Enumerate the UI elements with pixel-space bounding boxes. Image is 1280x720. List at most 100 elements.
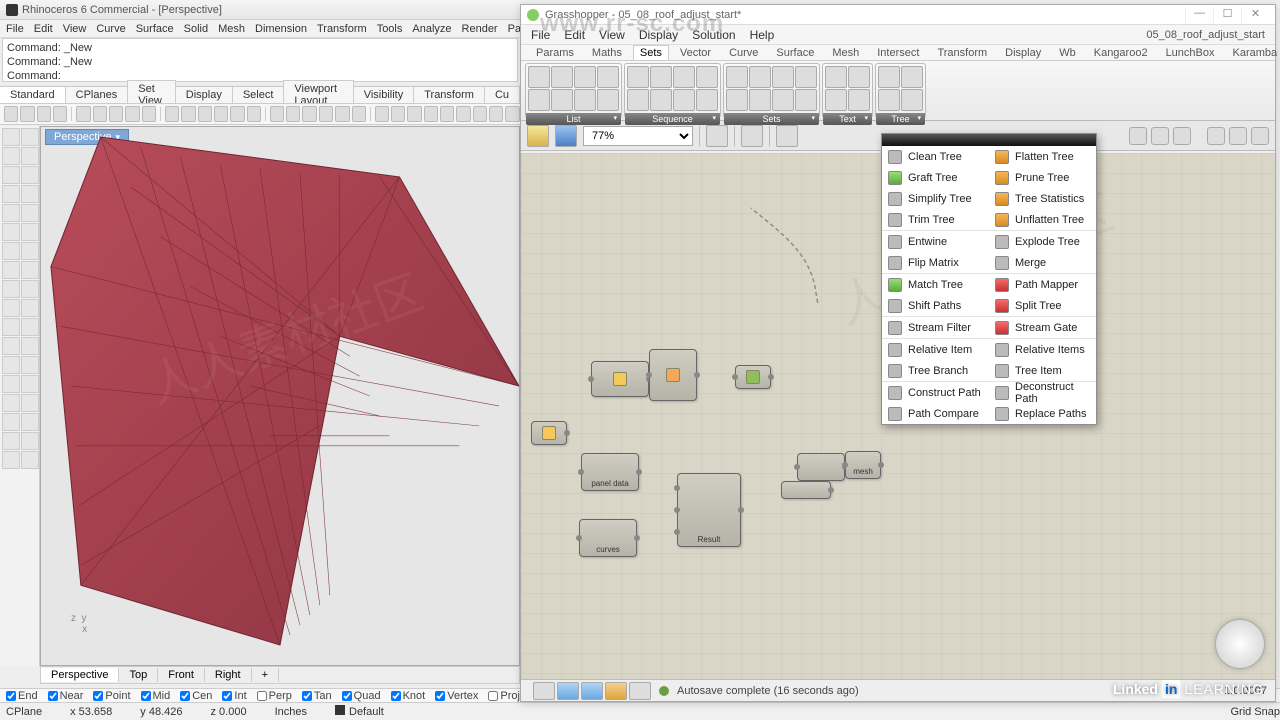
ribbon-component-icon[interactable] [528, 66, 550, 88]
flyout-item[interactable]: Split Tree [989, 295, 1096, 316]
ribbon-panel-expand[interactable]: List [526, 113, 621, 125]
flyout-item[interactable]: Replace Paths [989, 403, 1096, 424]
toolbar-icon[interactable] [142, 106, 156, 122]
side-tool-icon[interactable] [21, 432, 39, 450]
gh-ribbon-tab[interactable]: Intersect [870, 45, 926, 60]
ribbon-component-icon[interactable] [901, 66, 923, 88]
ribbon-component-icon[interactable] [772, 66, 794, 88]
flyout-item[interactable]: Tree Item [989, 360, 1096, 381]
osnap-near[interactable]: Near [48, 690, 84, 702]
status-gridsnap[interactable]: Grid Snap [1230, 706, 1280, 718]
gh-component-cluster[interactable]: Result [677, 473, 741, 547]
gh-ribbon-tab[interactable]: Surface [769, 45, 821, 60]
side-tool-icon[interactable] [21, 242, 39, 260]
rhino-menu-item[interactable]: Tools [377, 23, 403, 35]
ribbon-component-icon[interactable] [627, 66, 649, 88]
toolbar-icon[interactable] [302, 106, 316, 122]
side-tool-icon[interactable] [21, 223, 39, 241]
gh-ribbon-tab[interactable]: Vector [673, 45, 718, 60]
rhino-toolbar-tab[interactable]: Display [175, 86, 233, 103]
ribbon-panel-expand[interactable]: Text [823, 113, 872, 125]
gh-ribbon-tab[interactable]: Karamba [1226, 45, 1280, 60]
side-tool-icon[interactable] [2, 280, 20, 298]
toolbar-icon[interactable] [53, 106, 67, 122]
rhino-menu-item[interactable]: Transform [317, 23, 367, 35]
toolbar-icon[interactable] [76, 106, 90, 122]
gh-titlebar[interactable]: Grasshopper - 05_08_roof_adjust_start* —… [521, 5, 1275, 25]
rhino-menu-item[interactable]: File [6, 23, 24, 35]
shade-wire-icon[interactable] [1129, 127, 1147, 145]
osnap-tan[interactable]: Tan [302, 690, 332, 702]
gh-component-panel[interactable]: panel data [581, 453, 639, 491]
toolbar-icon[interactable] [391, 106, 405, 122]
gh-ribbon-tab[interactable]: Display [998, 45, 1048, 60]
flyout-item[interactable]: Clean Tree [882, 146, 989, 167]
ribbon-component-icon[interactable] [597, 89, 619, 111]
osnap-quad[interactable]: Quad [342, 690, 381, 702]
toolbar-icon[interactable] [230, 106, 244, 122]
ribbon-component-icon[interactable] [848, 89, 870, 111]
shade-blue-icon[interactable] [1251, 127, 1269, 145]
side-tool-icon[interactable] [2, 147, 20, 165]
gh-ribbon-tab[interactable]: LunchBox [1159, 45, 1222, 60]
side-tool-icon[interactable] [2, 261, 20, 279]
toolbar-icon[interactable] [37, 106, 51, 122]
shade-gold-icon[interactable] [1229, 127, 1247, 145]
view-tab[interactable]: Perspective [41, 668, 119, 682]
maximize-button[interactable]: ☐ [1213, 7, 1241, 23]
side-tool-icon[interactable] [21, 166, 39, 184]
side-tool-icon[interactable] [2, 356, 20, 374]
side-tool-icon[interactable] [2, 394, 20, 412]
flyout-item[interactable]: Flatten Tree [989, 146, 1096, 167]
toolbar-icon[interactable] [319, 106, 333, 122]
side-tool-icon[interactable] [21, 299, 39, 317]
toolbar-icon[interactable] [286, 106, 300, 122]
toolbar-icon[interactable] [20, 106, 34, 122]
side-tool-icon[interactable] [21, 375, 39, 393]
toolbar-icon[interactable] [109, 106, 123, 122]
ribbon-component-icon[interactable] [696, 89, 718, 111]
side-tool-icon[interactable] [2, 185, 20, 203]
flyout-item[interactable]: Stream Filter [882, 317, 989, 338]
side-tool-icon[interactable] [2, 128, 20, 146]
mode-button[interactable] [557, 682, 579, 700]
side-tool-icon[interactable] [2, 375, 20, 393]
gh-component[interactable]: mesh [845, 451, 881, 479]
side-tool-icon[interactable] [21, 128, 39, 146]
flyout-item[interactable]: Tree Branch [882, 360, 989, 381]
flyout-item[interactable]: Trim Tree [882, 209, 989, 230]
rhino-menu-item[interactable]: Analyze [412, 23, 451, 35]
rhino-toolbar-tab[interactable]: Standard [0, 86, 66, 103]
toolbar-icon[interactable] [505, 106, 519, 122]
ribbon-component-icon[interactable] [650, 89, 672, 111]
toolbar-icon[interactable] [407, 106, 421, 122]
rhino-menu-item[interactable]: Surface [136, 23, 174, 35]
preview-toggle-button[interactable] [741, 125, 763, 147]
view-tab[interactable]: Front [158, 668, 205, 682]
osnap-vertex[interactable]: Vertex [435, 690, 478, 702]
rhino-toolbar-tab[interactable]: CPlanes [65, 86, 129, 103]
mode-button[interactable] [533, 682, 555, 700]
side-tool-icon[interactable] [21, 356, 39, 374]
ribbon-component-icon[interactable] [627, 89, 649, 111]
toolbar-icon[interactable] [214, 106, 228, 122]
flyout-item[interactable]: Construct Path [882, 382, 989, 403]
status-layer[interactable]: Default [335, 705, 384, 718]
gh-menu-help[interactable]: Help [750, 28, 775, 42]
gh-ribbon-tab[interactable]: Kangaroo2 [1087, 45, 1155, 60]
ribbon-component-icon[interactable] [726, 89, 748, 111]
flyout-item[interactable]: Flip Matrix [882, 252, 989, 273]
toolbar-icon[interactable] [335, 106, 349, 122]
side-tool-icon[interactable] [21, 185, 39, 203]
gh-doc-name[interactable]: 05_08_roof_adjust_start [1146, 29, 1265, 41]
rhino-menu-item[interactable]: Solid [184, 23, 208, 35]
ribbon-component-icon[interactable] [574, 66, 596, 88]
ribbon-component-icon[interactable] [878, 66, 900, 88]
toolbar-icon[interactable] [181, 106, 195, 122]
osnap-mid[interactable]: Mid [141, 690, 171, 702]
gh-ribbon-tab[interactable]: Sets [633, 45, 669, 60]
side-tool-icon[interactable] [2, 242, 20, 260]
toolbar-icon[interactable] [198, 106, 212, 122]
flyout-item[interactable]: Path Compare [882, 403, 989, 424]
gh-menu-edit[interactable]: Edit [564, 28, 585, 42]
